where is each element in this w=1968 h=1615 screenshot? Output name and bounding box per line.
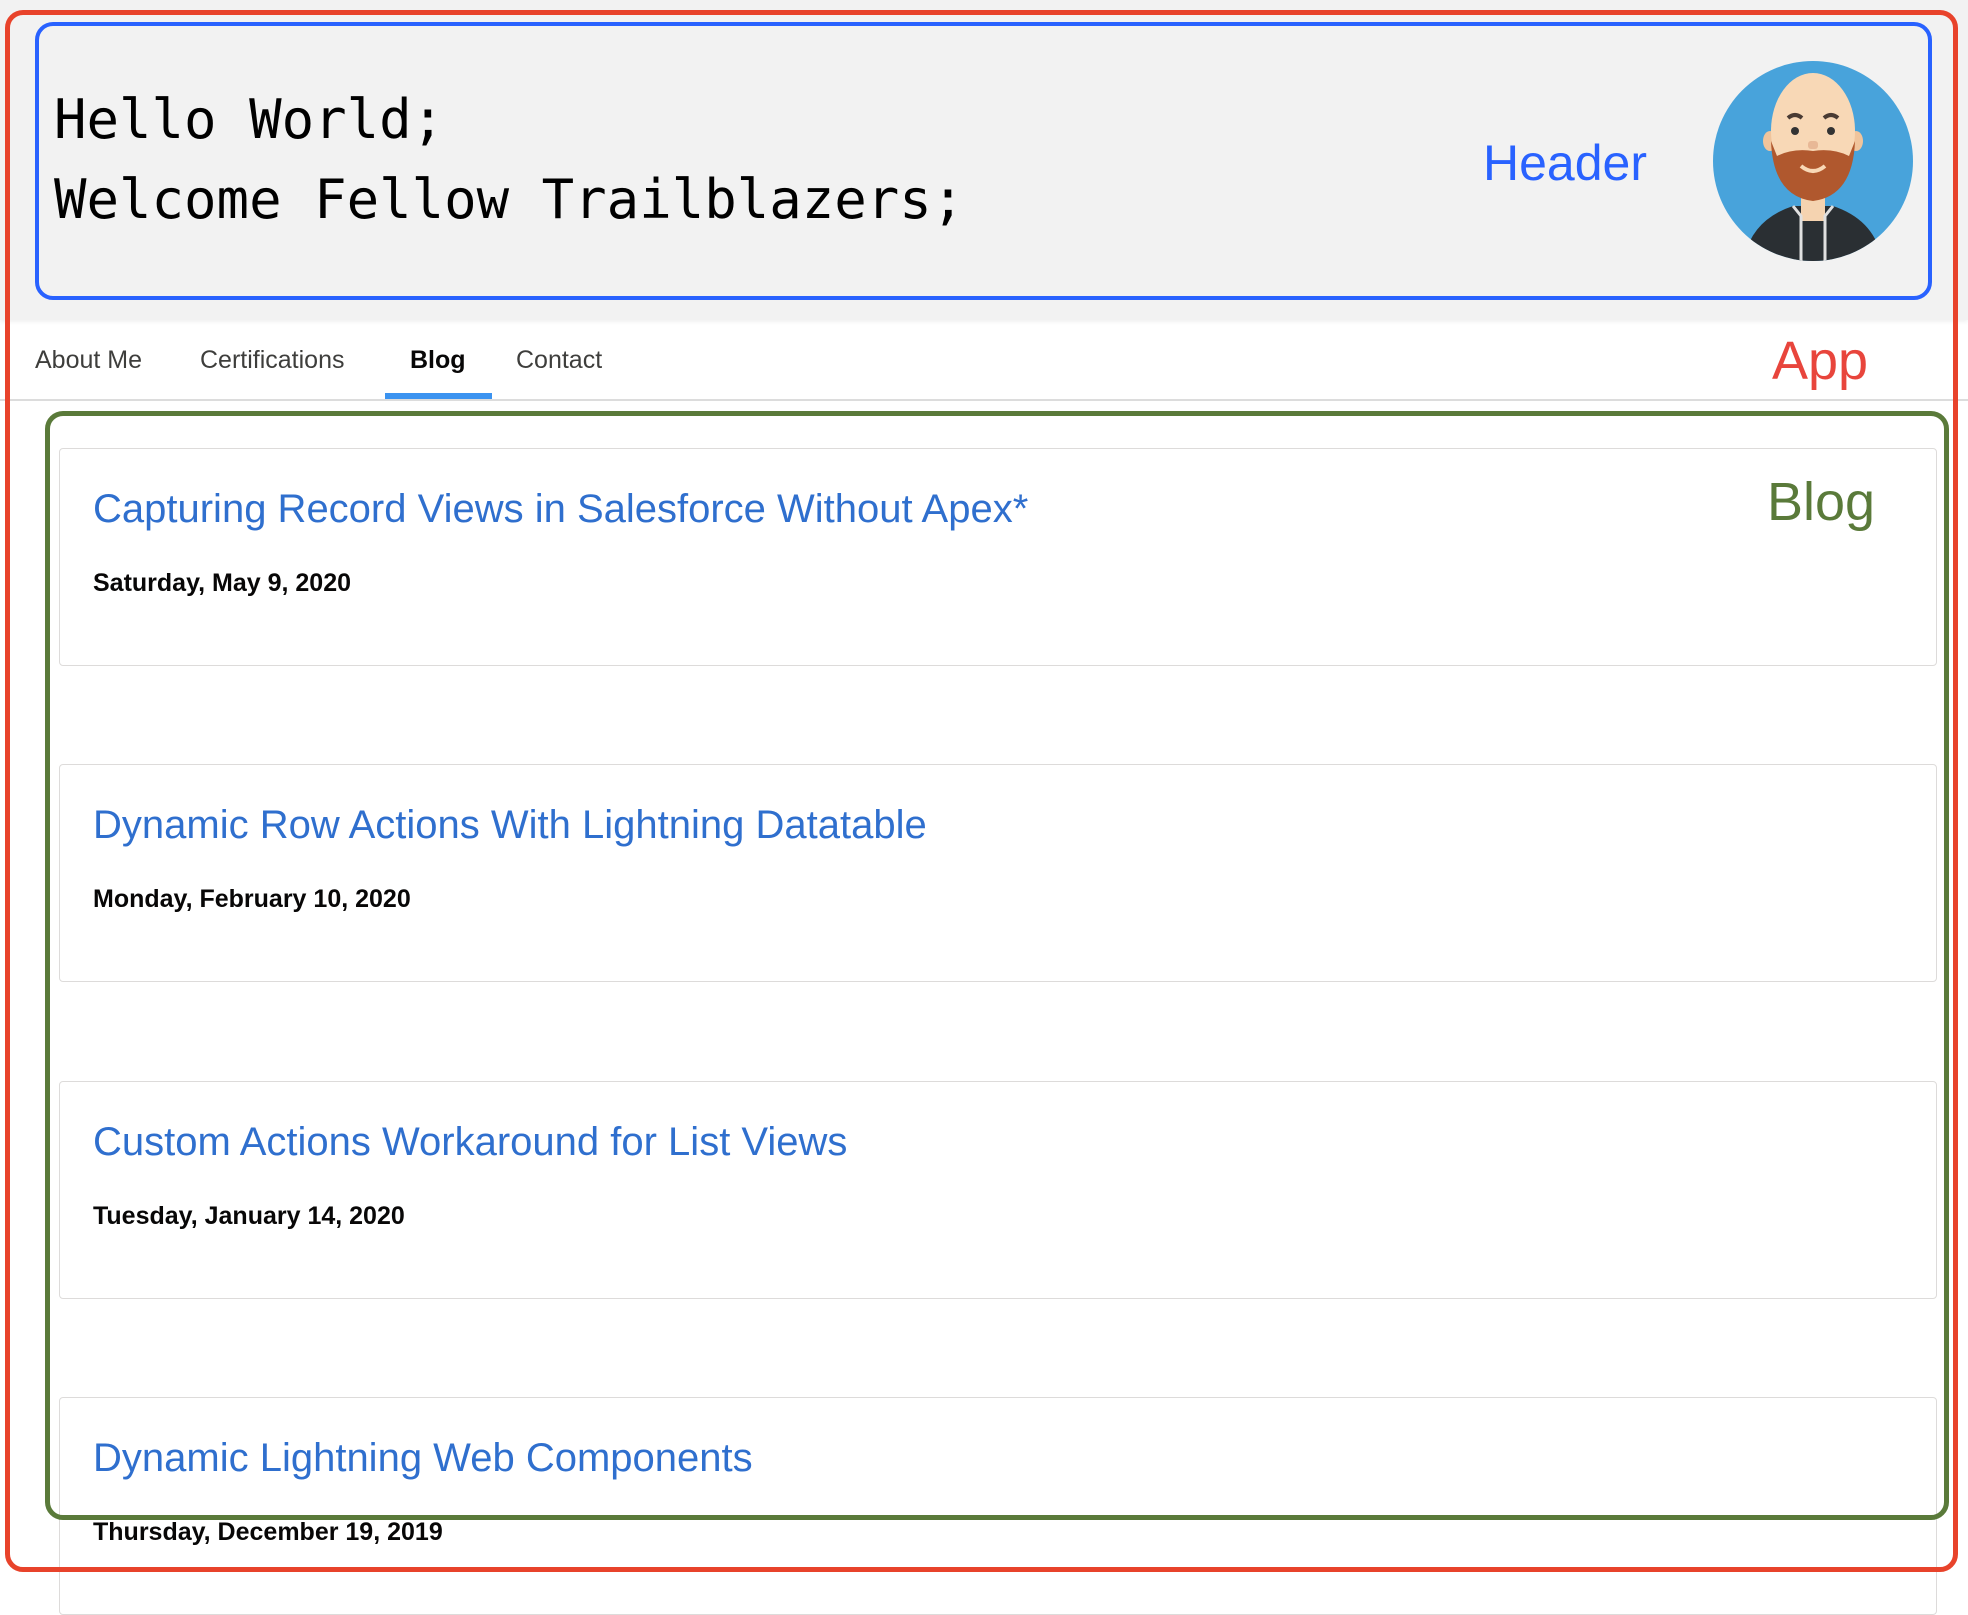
nav-tabs: About Me Certifications Blog Contact — [0, 320, 1968, 401]
header-region-label: Header — [1483, 135, 1647, 191]
blog-region-label: Blog — [1767, 472, 1876, 532]
blog-post-date: Tuesday, January 14, 2020 — [93, 1202, 405, 1230]
tab-about-me[interactable]: About Me — [35, 320, 142, 399]
greeting-line-2: Welcome Fellow Trailblazers; — [54, 168, 965, 231]
blog-post-title-link[interactable]: Dynamic Lightning Web Components — [93, 1436, 753, 1481]
blog-post-card: Dynamic Row Actions With Lightning Datat… — [59, 764, 1937, 982]
blog-post-date: Monday, February 10, 2020 — [93, 885, 411, 913]
blog-post-title-link[interactable]: Custom Actions Workaround for List Views — [93, 1120, 847, 1165]
blog-post-date: Thursday, December 19, 2019 — [93, 1518, 443, 1546]
blog-post-card: Dynamic Lightning Web Components Thursda… — [59, 1397, 1937, 1615]
blog-post-title-link[interactable]: Dynamic Row Actions With Lightning Datat… — [93, 803, 927, 848]
tab-blog[interactable]: Blog — [410, 320, 466, 399]
app-region-label: App — [1772, 331, 1869, 391]
blog-post-card: Custom Actions Workaround for List Views… — [59, 1081, 1937, 1299]
active-tab-indicator — [385, 393, 492, 399]
tab-certifications[interactable]: Certifications — [200, 320, 345, 399]
header — [0, 0, 1968, 320]
blog-post-date: Saturday, May 9, 2020 — [93, 569, 352, 597]
greeting-line-1: Hello World; — [54, 88, 445, 151]
blog-post-title-link[interactable]: Capturing Record Views in Salesforce Wit… — [93, 487, 1028, 532]
avatar-icon — [1713, 61, 1913, 261]
tab-contact[interactable]: Contact — [516, 320, 602, 399]
blog-post-card: Capturing Record Views in Salesforce Wit… — [59, 448, 1937, 666]
